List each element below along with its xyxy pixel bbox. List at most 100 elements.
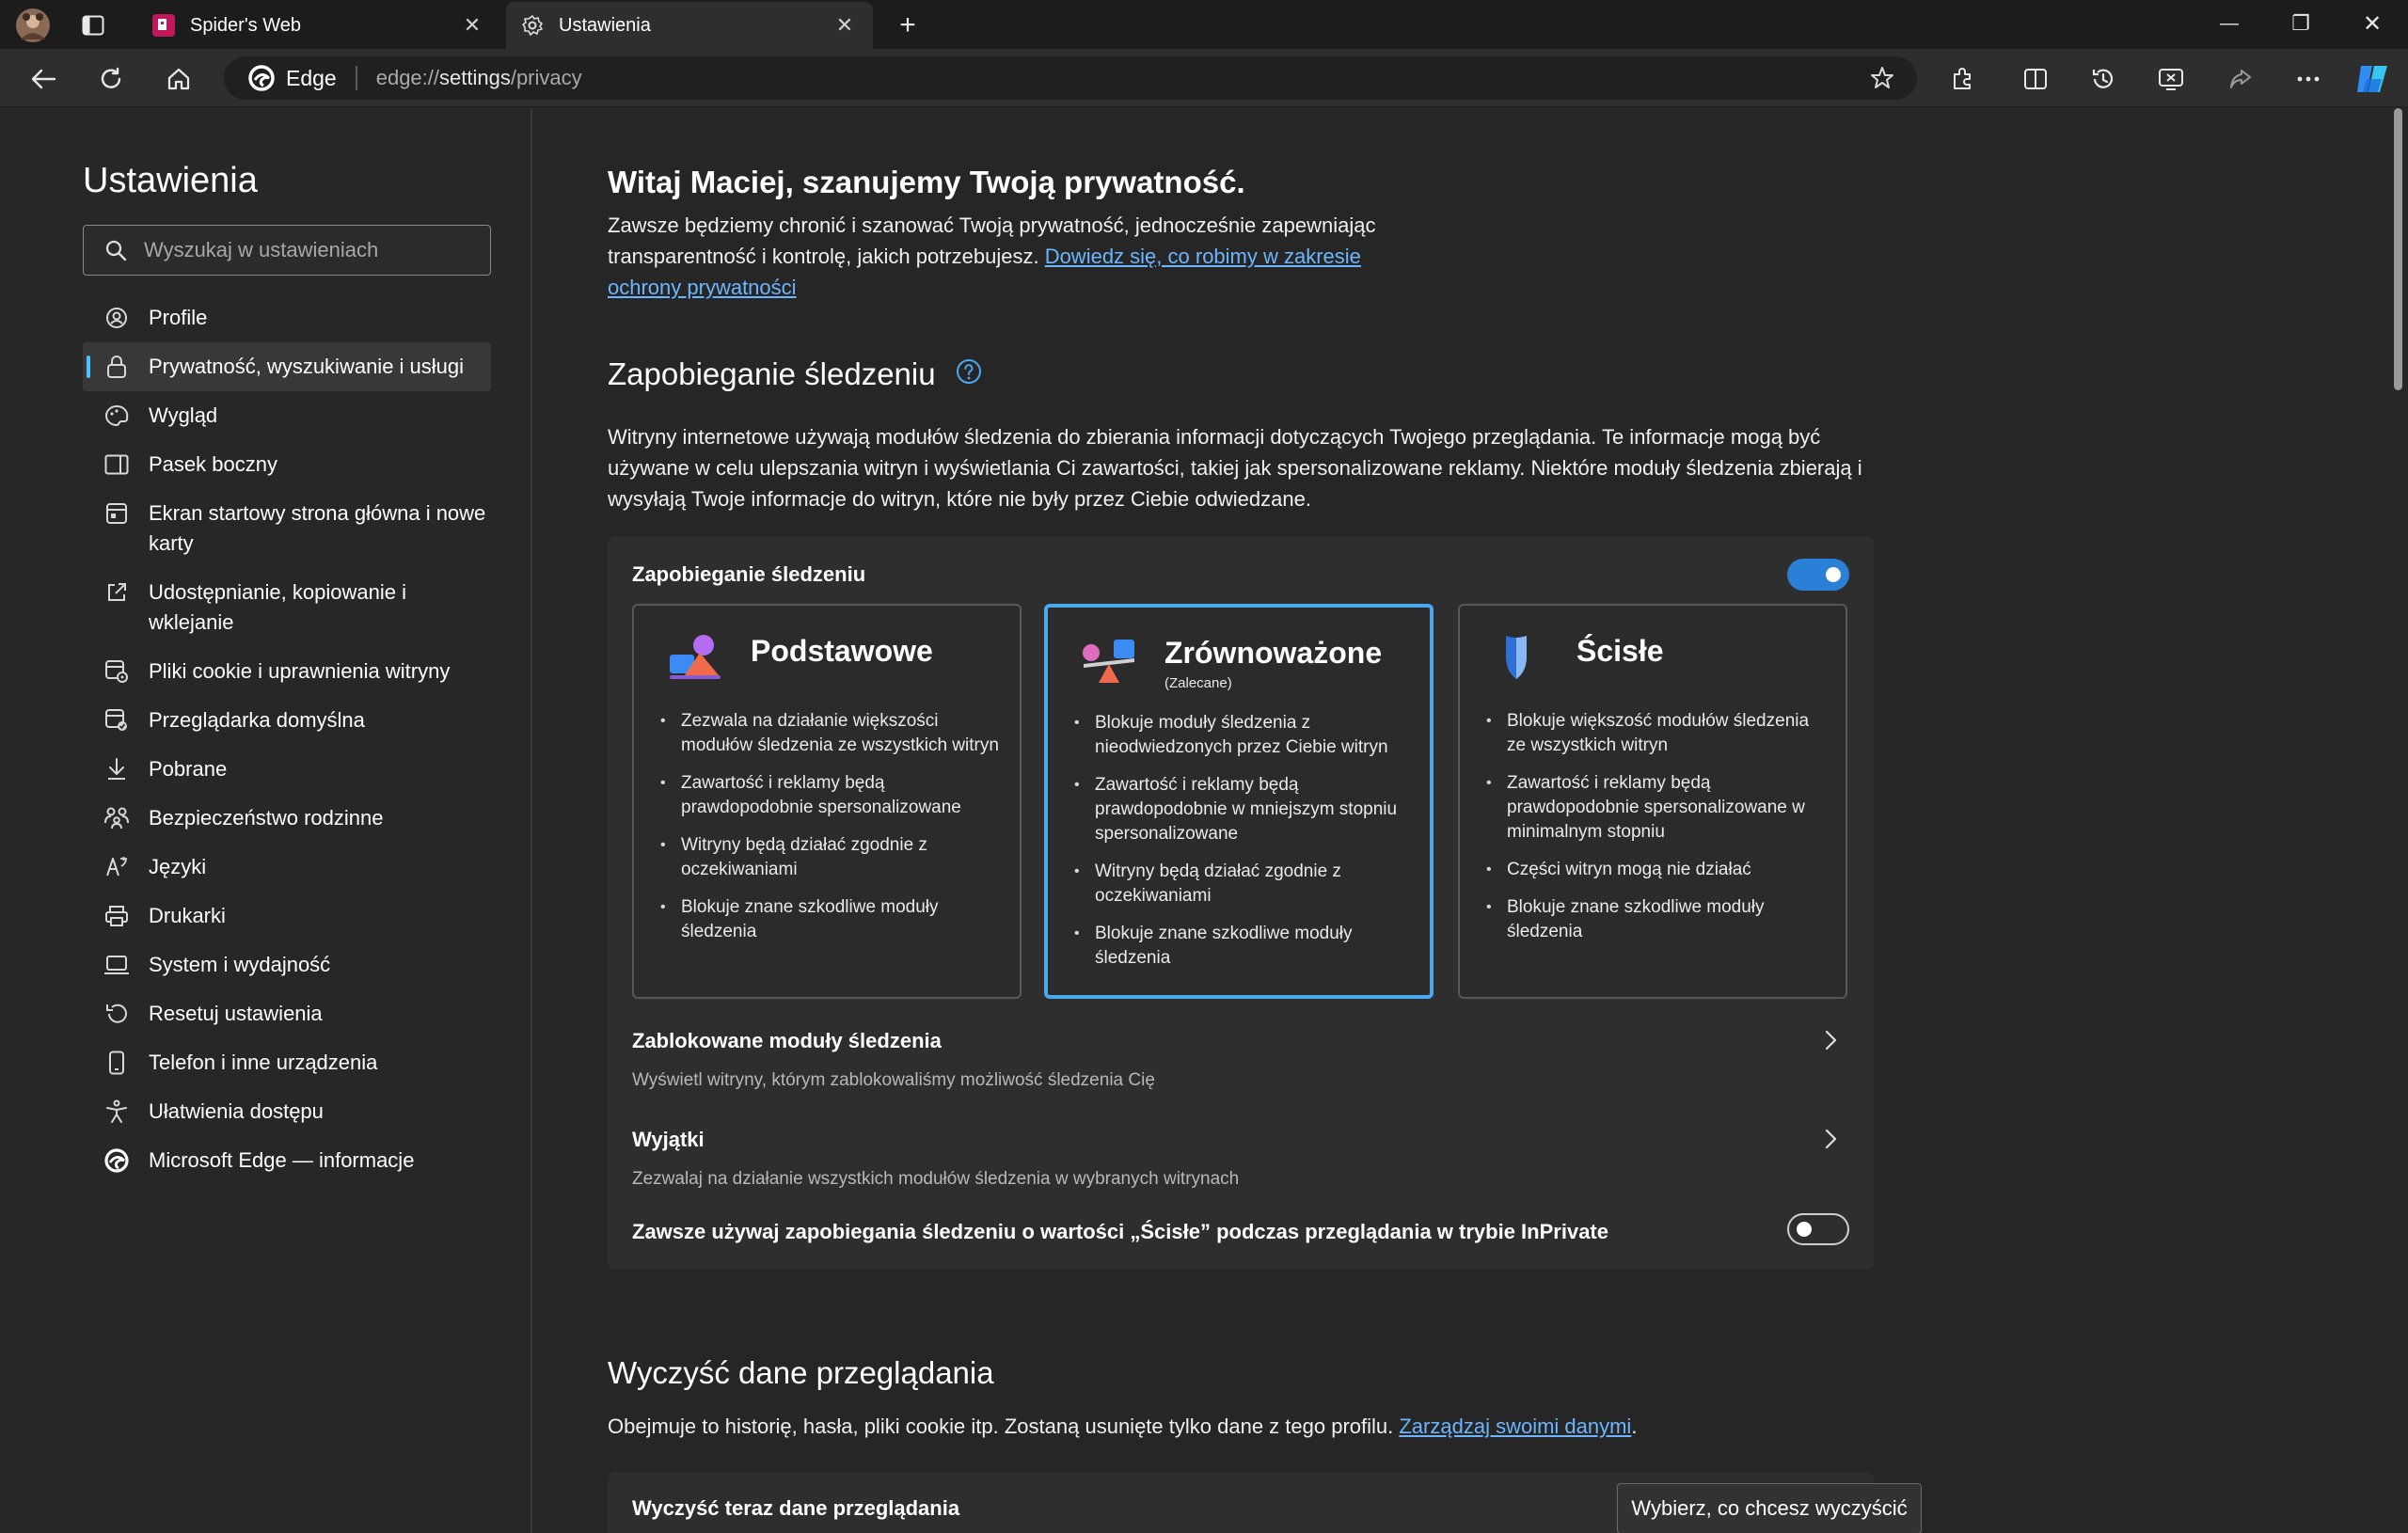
- sidebar-item-system[interactable]: System i wydajność: [83, 940, 491, 989]
- default-browser-icon: [103, 705, 130, 735]
- tab-actions-icon[interactable]: [73, 6, 113, 45]
- settings-search-input[interactable]: [144, 238, 483, 262]
- sidebar-item-label: Bezpieczeństwo rodzinne: [149, 806, 384, 830]
- edge-logo-icon: [248, 65, 275, 91]
- card-bullet: Witryny będą działać zgodnie z oczekiwan…: [660, 833, 1001, 882]
- manage-data-link[interactable]: Zarządzaj swoimi danymi: [1399, 1414, 1631, 1438]
- sidebar-title: Ustawienia: [83, 161, 258, 200]
- basic-shapes-icon: [670, 635, 721, 679]
- welcome-text: Zawsze będziemy chronić i szanować Twoją…: [608, 210, 1435, 303]
- site-name: Edge: [286, 65, 337, 90]
- card-title: Podstawowe: [751, 634, 933, 668]
- close-tab-icon[interactable]: ✕: [459, 13, 485, 38]
- tracking-level-strict-card[interactable]: Ścisłe Blokuje większość modułów śledzen…: [1458, 604, 1847, 999]
- back-button[interactable]: [23, 58, 64, 100]
- clear-text-end: .: [1631, 1414, 1638, 1438]
- tab-spiders-web[interactable]: Spider's Web ✕: [137, 2, 500, 49]
- sidebar-item-start-page[interactable]: Ekran startowy strona główna i nowe kart…: [83, 489, 491, 568]
- url-scheme: edge://: [375, 66, 439, 89]
- tracking-prevention-toggle[interactable]: [1787, 559, 1849, 591]
- sidebar-item-label: Prywatność, wyszukiwanie i usługi: [149, 355, 465, 378]
- chevron-right-icon: [1825, 1129, 1837, 1149]
- tracking-level-basic-card[interactable]: Podstawowe Zezwala na działanie większoś…: [632, 604, 1022, 999]
- sidebar-item-sharing[interactable]: Udostępnianie, kopiowanie i wklejanie: [83, 568, 491, 647]
- minimize-button[interactable]: —: [2195, 0, 2263, 47]
- help-icon[interactable]: [956, 358, 982, 389]
- exceptions-title: Wyjątki: [632, 1128, 705, 1151]
- share-icon[interactable]: [2220, 58, 2261, 100]
- sidebar-item-family-safety[interactable]: Bezpieczeństwo rodzinne: [83, 794, 491, 843]
- toolbar: Edge edge://settings/privacy: [0, 49, 2408, 107]
- back-arrow-icon: [31, 69, 56, 89]
- choose-what-to-clear-button[interactable]: Wybierz, co chcesz wyczyścić: [1617, 1483, 1922, 1533]
- url-path: /privacy: [510, 66, 582, 89]
- sidebar-item-reset[interactable]: Resetuj ustawienia: [83, 989, 491, 1038]
- toggle-knob: [1826, 567, 1841, 582]
- sidebar-item-phone[interactable]: Telefon i inne urządzenia: [83, 1038, 491, 1087]
- clear-now-label: Wyczyść teraz dane przeglądania: [632, 1496, 960, 1520]
- restore-button[interactable]: ❐: [2267, 0, 2335, 47]
- sidebar-item-label: Pasek boczny: [149, 452, 277, 476]
- favorite-star-icon[interactable]: [1870, 66, 1894, 95]
- sidebar-item-label: Ułatwienia dostępu: [149, 1099, 324, 1123]
- home-button[interactable]: [158, 58, 199, 100]
- tab-title: Spider's Web: [190, 14, 301, 36]
- exceptions-row[interactable]: Wyjątki Zezwalaj na działanie wszystkich…: [608, 1114, 1874, 1209]
- card-bullets: Zezwala na działanie większości modułów …: [660, 709, 1001, 957]
- new-tab-button[interactable]: +: [888, 6, 927, 45]
- card-bullet: Blokuje znane szkodliwe moduły śledzenia: [660, 895, 1001, 944]
- settings-content: Witaj Maciej, szanujemy Twoją prywatność…: [534, 108, 2389, 1533]
- refresh-button[interactable]: [90, 58, 132, 100]
- sidebar-item-appearance[interactable]: Wygląd: [83, 391, 491, 440]
- sidebar-item-label: Wygląd: [149, 403, 218, 427]
- close-tab-icon[interactable]: ✕: [832, 13, 858, 38]
- blocked-trackers-row[interactable]: Zablokowane moduły śledzenia Wyświetl wi…: [608, 1016, 1874, 1110]
- palette-icon: [103, 401, 130, 431]
- url-text[interactable]: edge://settings/privacy: [376, 66, 582, 90]
- tracking-description: Witryny internetowe używają modułów śled…: [608, 425, 1862, 511]
- sidebar-item-languages[interactable]: Języki: [83, 843, 491, 892]
- copilot-icon[interactable]: [2352, 58, 2393, 100]
- inprivate-strict-toggle[interactable]: [1787, 1213, 1849, 1245]
- toggle-knob: [1797, 1222, 1812, 1237]
- edge-logo-icon: [103, 1146, 130, 1176]
- sidebar-item-printers[interactable]: Drukarki: [83, 892, 491, 940]
- card-bullet: Witryny będą działać zgodnie z oczekiwan…: [1074, 860, 1415, 909]
- tracking-toggle-label: Zapobieganie śledzeniu: [632, 562, 866, 586]
- sidebar-item-sidebar[interactable]: Pasek boczny: [83, 440, 491, 489]
- more-options-icon[interactable]: [2288, 58, 2329, 100]
- address-bar[interactable]: Edge edge://settings/privacy: [224, 56, 1917, 100]
- sidebar-item-accessibility[interactable]: Ułatwienia dostępu: [83, 1087, 491, 1136]
- inprivate-strict-label: Zawsze używaj zapobiegania śledzeniu o w…: [632, 1220, 1608, 1243]
- split-screen-icon[interactable]: [2015, 58, 2056, 100]
- site-info[interactable]: Edge: [224, 65, 337, 91]
- scrollbar-thumb[interactable]: [2394, 108, 2402, 390]
- chevron-right-icon: [1825, 1030, 1837, 1051]
- welcome-title: Witaj Maciej, szanujemy Twoją prywatność…: [608, 165, 1245, 199]
- blocked-trackers-title: Zablokowane moduły śledzenia: [632, 1029, 942, 1052]
- tab-settings[interactable]: Ustawienia ✕: [506, 2, 873, 49]
- blocked-trackers-subtitle: Wyświetl witryny, którym zablokowaliśmy …: [632, 1070, 1155, 1090]
- clear-browsing-data-text: Obejmuje to historię, hasła, pliki cooki…: [608, 1414, 1637, 1439]
- screenshot-icon[interactable]: [2150, 58, 2192, 100]
- extensions-icon[interactable]: [1941, 58, 1983, 100]
- profile-avatar[interactable]: [13, 6, 53, 45]
- settings-search-box[interactable]: [83, 225, 491, 276]
- tracking-prevention-panel: Zapobieganie śledzeniu Podstawowe Zezwal…: [608, 536, 1874, 1270]
- sidebar-item-profile[interactable]: Profile: [83, 293, 491, 342]
- sidebar-item-cookies[interactable]: Pliki cookie i uprawnienia witryny: [83, 647, 491, 696]
- sidebar-item-downloads[interactable]: Pobrane: [83, 745, 491, 794]
- sidebar-item-default-browser[interactable]: Przeglądarka domyślna: [83, 696, 491, 745]
- home-screen-icon: [103, 498, 130, 529]
- profile-icon: [103, 303, 130, 333]
- balanced-scale-icon: [1083, 640, 1134, 683]
- history-icon[interactable]: [2083, 58, 2124, 100]
- vertical-scrollbar[interactable]: [2389, 108, 2408, 1533]
- sidebar-item-label: Udostępnianie, kopiowanie i wklejanie: [149, 580, 406, 634]
- tracking-level-balanced-card[interactable]: Zrównoważone (Zalecane) Blokuje moduły ś…: [1044, 604, 1434, 999]
- sidebar-item-privacy[interactable]: Prywatność, wyszukiwanie i usługi: [83, 342, 491, 391]
- sidebar-item-about[interactable]: Microsoft Edge — informacje: [83, 1136, 491, 1185]
- close-window-button[interactable]: ✕: [2338, 0, 2406, 47]
- refresh-icon: [101, 67, 121, 88]
- cookie-icon: [103, 656, 130, 687]
